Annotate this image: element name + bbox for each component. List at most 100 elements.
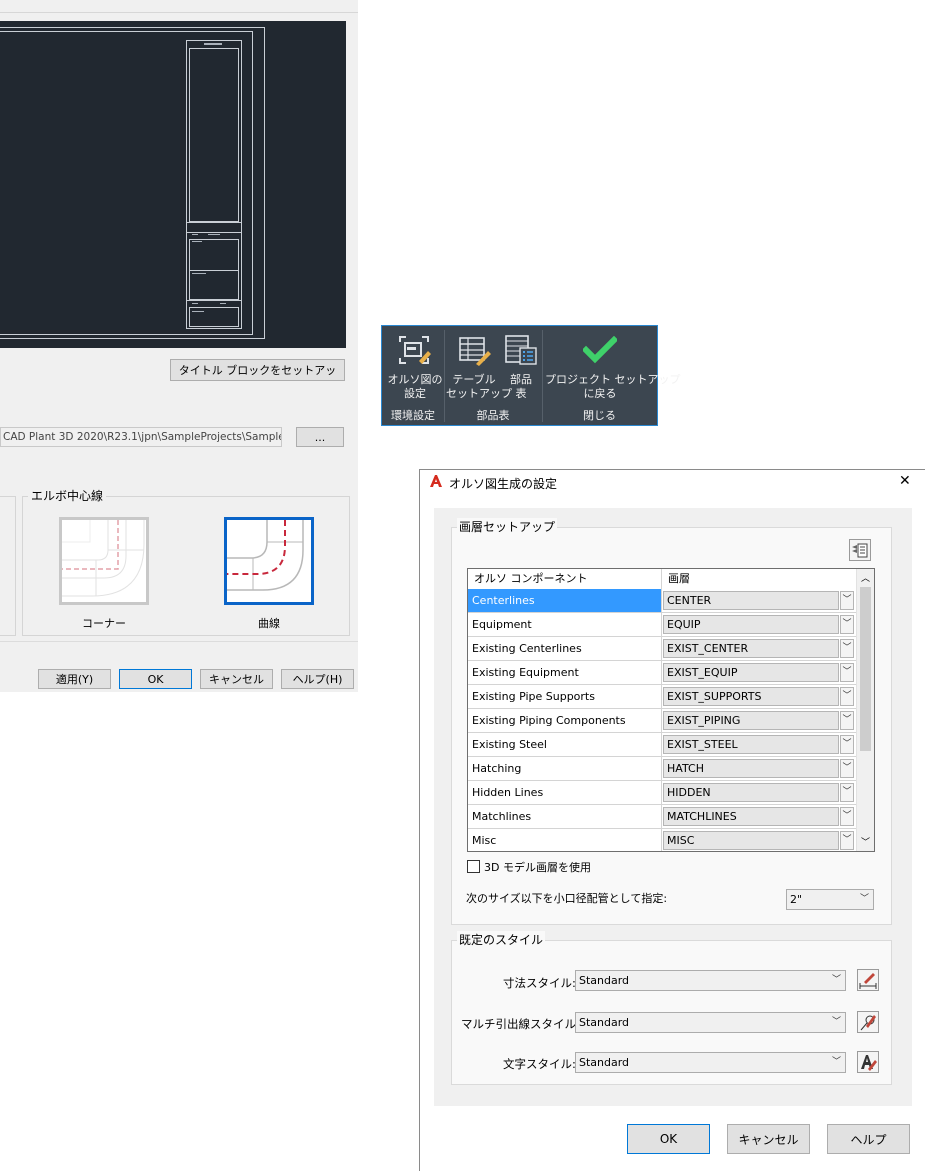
layer-cell[interactable]: HATCH ﹀: [662, 757, 856, 781]
table-setup-icon: [459, 337, 491, 366]
layer-cell[interactable]: EXIST_PIPING ﹀: [662, 709, 856, 733]
dim-style-edit-button[interactable]: [857, 969, 879, 991]
close-icon[interactable]: ✕: [899, 473, 911, 489]
ok-button[interactable]: OK: [119, 669, 192, 689]
cancel-button[interactable]: キャンセル: [200, 669, 273, 689]
return-to-project-setup-button[interactable]: プロジェクト セットアップ に戻る: [545, 330, 681, 402]
small-bore-value: 2": [790, 893, 803, 906]
layer-cell[interactable]: EXIST_SUPPORTS ﹀: [662, 685, 856, 709]
page-setup-dialog: タイトル ブロックをセットアッ CAD Plant 3D 2020\R23.1\…: [0, 0, 358, 692]
layer-value[interactable]: CENTER: [663, 591, 839, 610]
dialog-title: オルソ図生成の設定: [449, 477, 558, 491]
layer-value[interactable]: EXIST_PIPING: [663, 711, 839, 730]
component-cell[interactable]: Matchlines: [468, 805, 662, 829]
chevron-down-icon[interactable]: ﹀: [840, 759, 854, 778]
bom-label-1: 部品: [510, 373, 532, 386]
apply-button[interactable]: 適用(Y): [38, 669, 111, 689]
column-header-component[interactable]: オルソ コンポーネント: [468, 569, 662, 589]
chevron-down-icon[interactable]: ﹀: [840, 831, 854, 850]
scroll-up-icon[interactable]: ︿: [861, 571, 870, 584]
panel-close: 閉じる: [583, 409, 616, 422]
mleader-style-label: マルチ引出線スタイル:: [461, 1017, 580, 1031]
bom-table-icon: [505, 335, 537, 365]
layer-cell[interactable]: EXIST_STEEL ﹀: [662, 733, 856, 757]
text-style-select[interactable]: Standard ﹀: [575, 1052, 846, 1073]
layer-manager-button[interactable]: [849, 539, 871, 561]
layer-cell[interactable]: EQUIP ﹀: [662, 613, 856, 637]
layer-value[interactable]: EQUIP: [663, 615, 839, 634]
small-bore-size-select[interactable]: 2" ﹀: [786, 889, 874, 910]
component-cell[interactable]: Hatching: [468, 757, 662, 781]
chevron-down-icon[interactable]: ﹀: [840, 711, 854, 730]
ok-button[interactable]: OK: [627, 1124, 710, 1154]
help-button[interactable]: ヘルプ: [827, 1124, 910, 1154]
layer-value[interactable]: HATCH: [663, 759, 839, 778]
template-path-field[interactable]: CAD Plant 3D 2020\R23.1\jpn\SampleProjec…: [0, 427, 282, 447]
curve-label: 曲線: [258, 617, 280, 630]
layer-value[interactable]: EXIST_STEEL: [663, 735, 839, 754]
table-setup-label-1: テーブル: [452, 373, 496, 386]
corner-elbow-icon: [62, 520, 145, 597]
text-style-icon: [861, 1055, 877, 1071]
bom-button[interactable]: 部品 表: [502, 330, 540, 402]
column-header-layer[interactable]: 画層: [662, 569, 856, 589]
component-cell[interactable]: Existing Pipe Supports: [468, 685, 662, 709]
layer-cell[interactable]: HIDDEN ﹀: [662, 781, 856, 805]
ortho-settings-button[interactable]: オルソ図の 設定: [386, 330, 443, 402]
scroll-thumb[interactable]: [860, 587, 871, 751]
layer-cell[interactable]: EXIST_EQUIP ﹀: [662, 661, 856, 685]
chevron-down-icon[interactable]: ﹀: [840, 615, 854, 634]
chevron-down-icon[interactable]: ﹀: [840, 591, 854, 610]
layer-value[interactable]: EXIST_CENTER: [663, 639, 839, 658]
layer-cell[interactable]: MATCHLINES ﹀: [662, 805, 856, 829]
dim-style-label: 寸法スタイル:: [503, 976, 576, 990]
chevron-down-icon[interactable]: ﹀: [840, 783, 854, 802]
dim-style-icon: [859, 973, 877, 989]
grid-scrollbar[interactable]: ︿ ﹀: [856, 569, 874, 851]
component-cell[interactable]: Existing Steel: [468, 733, 662, 757]
layer-value[interactable]: HIDDEN: [663, 783, 839, 802]
layer-manager-icon: [852, 543, 868, 558]
help-button[interactable]: ヘルプ(H): [281, 669, 354, 689]
layer-cell[interactable]: MISC ﹀: [662, 829, 856, 851]
corner-option[interactable]: [59, 517, 149, 605]
default-styles-title: 既定のスタイル: [457, 931, 546, 948]
curve-option[interactable]: [224, 517, 314, 605]
browse-button[interactable]: ...: [296, 427, 344, 447]
chevron-down-icon: ﹀: [831, 975, 841, 985]
component-cell[interactable]: Existing Centerlines: [468, 637, 662, 661]
component-cell[interactable]: Hidden Lines: [468, 781, 662, 805]
layer-cell[interactable]: EXIST_CENTER ﹀: [662, 637, 856, 661]
return-label-2: に戻る: [583, 387, 617, 400]
component-cell[interactable]: Equipment: [468, 613, 662, 637]
layer-value[interactable]: EXIST_EQUIP: [663, 663, 839, 682]
chevron-down-icon[interactable]: ﹀: [840, 735, 854, 754]
chevron-down-icon[interactable]: ﹀: [840, 663, 854, 682]
title-block-setup-button[interactable]: タイトル ブロックをセットアッ: [170, 359, 345, 381]
layer-value[interactable]: MISC: [663, 831, 839, 850]
panel-bom: 部品表: [476, 409, 510, 422]
component-cell[interactable]: Existing Equipment: [468, 661, 662, 685]
layer-value[interactable]: MATCHLINES: [663, 807, 839, 826]
scroll-down-icon[interactable]: ﹀: [861, 835, 870, 848]
ortho-settings-label-2: 設定: [404, 387, 426, 400]
elbow-group-title: エルボ中心線: [28, 487, 107, 504]
table-setup-button[interactable]: テーブル セットアップ: [446, 330, 512, 402]
cancel-button[interactable]: キャンセル: [727, 1124, 810, 1154]
ortho-settings-label-1: オルソ図の: [387, 373, 443, 386]
dim-style-select[interactable]: Standard ﹀: [575, 970, 846, 991]
component-cell[interactable]: Centerlines: [468, 589, 662, 613]
chevron-down-icon[interactable]: ﹀: [840, 687, 854, 706]
mleader-style-edit-button[interactable]: [857, 1011, 879, 1033]
component-cell[interactable]: Existing Piping Components: [468, 709, 662, 733]
use-3d-layers-checkbox[interactable]: [467, 860, 480, 873]
chevron-down-icon[interactable]: ﹀: [840, 639, 854, 658]
component-cell[interactable]: Misc: [468, 829, 662, 851]
chevron-down-icon[interactable]: ﹀: [840, 807, 854, 826]
mleader-style-value: Standard: [579, 1016, 630, 1029]
layer-value[interactable]: EXIST_SUPPORTS: [663, 687, 839, 706]
layer-cell[interactable]: CENTER ﹀: [662, 589, 856, 613]
mleader-style-select[interactable]: Standard ﹀: [575, 1012, 846, 1033]
text-style-edit-button[interactable]: [857, 1051, 879, 1073]
mleader-style-icon: [860, 1015, 876, 1031]
